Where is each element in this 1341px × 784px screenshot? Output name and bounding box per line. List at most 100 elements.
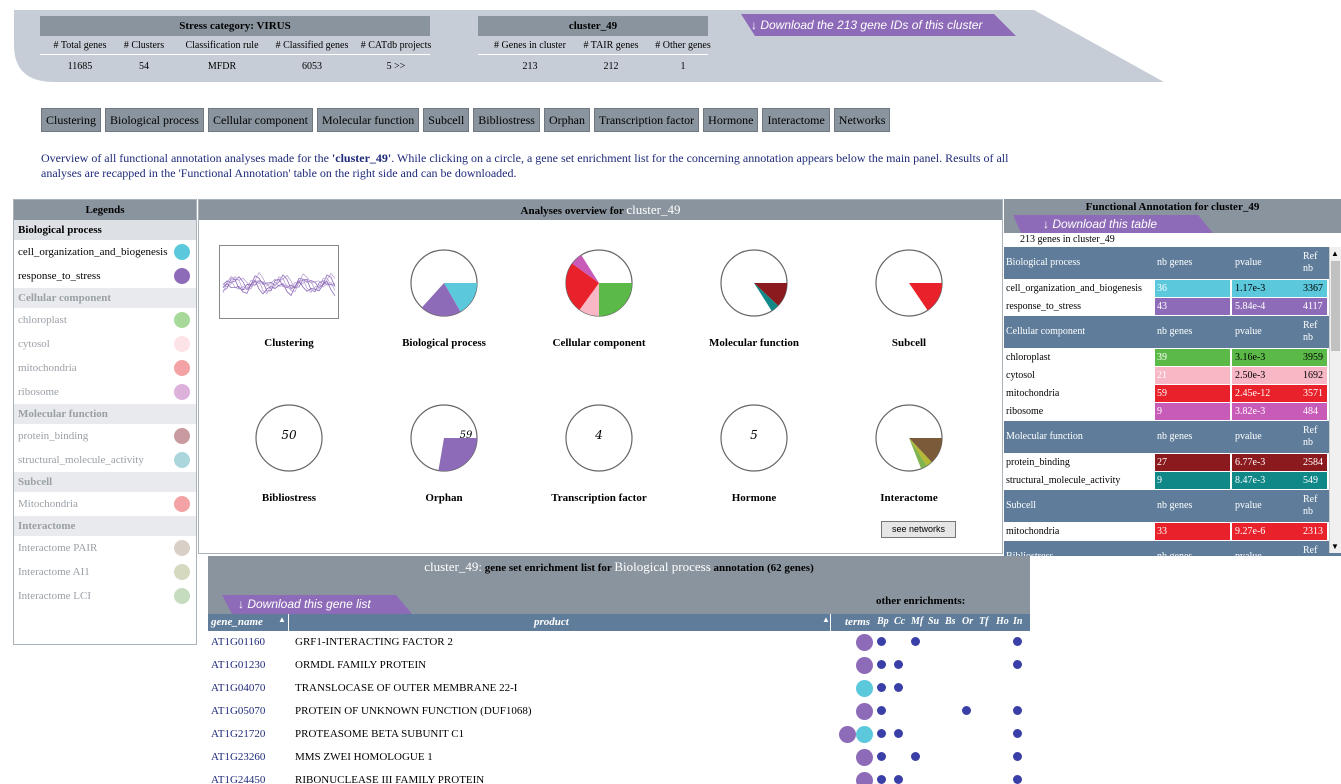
col-gene-name[interactable]: gene_name bbox=[211, 616, 263, 628]
gene-name-link[interactable]: AT1G01160 bbox=[211, 631, 265, 653]
enrichment-dot[interactable] bbox=[1013, 706, 1022, 715]
term-dot[interactable] bbox=[856, 680, 873, 697]
legend-item[interactable]: Interactome LCI bbox=[14, 584, 196, 608]
legend-item[interactable]: Mitochondria bbox=[14, 492, 196, 516]
overview-cell-hormone[interactable]: 5 Hormone bbox=[684, 400, 824, 510]
sort-icon[interactable]: ▲ bbox=[822, 615, 830, 624]
enrichment-dot[interactable] bbox=[911, 752, 920, 761]
fa-row[interactable]: mitochondria 33 9.27e-6 2313 bbox=[1004, 523, 1341, 541]
tab-transcription-factor[interactable]: Transcription factor bbox=[593, 108, 700, 132]
overview-cell-molecular-function[interactable]: Molecular function bbox=[684, 245, 824, 355]
download-table-link[interactable]: ↓ Download this table bbox=[1013, 215, 1213, 233]
term-dot[interactable] bbox=[856, 749, 873, 766]
tab-cellular-component[interactable]: Cellular component bbox=[207, 108, 313, 132]
fa-row[interactable]: response_to_stress 43 5.84e-4 4117 bbox=[1004, 298, 1341, 316]
table-row[interactable]: AT1G01230 ORMDL FAMILY PROTEIN bbox=[208, 654, 1030, 677]
fa-row[interactable]: protein_binding 27 6.77e-3 2584 bbox=[1004, 454, 1341, 472]
tab-molecular-function[interactable]: Molecular function bbox=[316, 108, 420, 132]
enrichment-dot[interactable] bbox=[911, 637, 920, 646]
table-row[interactable]: AT1G23260 MMS ZWEI HOMOLOGUE 1 bbox=[208, 746, 1030, 769]
tab-clustering[interactable]: Clustering bbox=[41, 108, 101, 132]
fa-row[interactable]: mitochondria 59 2.45e-12 3571 bbox=[1004, 385, 1341, 403]
enrichment-dot[interactable] bbox=[877, 752, 886, 761]
tab-subcell[interactable]: Subcell bbox=[423, 108, 470, 132]
overview-cell-transcription-factor[interactable]: 4 Transcription factor bbox=[529, 400, 669, 510]
enrichment-dot[interactable] bbox=[894, 660, 903, 669]
annotation-pie[interactable] bbox=[374, 400, 514, 478]
legend-item[interactable]: Interactome PAIR bbox=[14, 536, 196, 560]
annotation-pie[interactable] bbox=[374, 245, 514, 323]
overview-cell-cellular-component[interactable]: Cellular component bbox=[529, 245, 669, 355]
enrichment-dot[interactable] bbox=[894, 729, 903, 738]
enrichment-dot[interactable] bbox=[877, 729, 886, 738]
header-col-value[interactable]: 5 >> bbox=[354, 61, 438, 72]
fa-row[interactable]: cytosol 21 2.50e-3 1692 bbox=[1004, 367, 1341, 385]
legend-item[interactable]: cytosol bbox=[14, 332, 196, 356]
enrichment-dot[interactable] bbox=[1013, 752, 1022, 761]
fa-row[interactable]: chloroplast 39 3.16e-3 3959 bbox=[1004, 349, 1341, 367]
gene-name-link[interactable]: AT1G21720 bbox=[211, 723, 265, 745]
tab-biological-process[interactable]: Biological process bbox=[105, 108, 204, 132]
term-dot[interactable] bbox=[856, 726, 873, 743]
tab-orphan[interactable]: Orphan bbox=[543, 108, 590, 132]
annotation-pie[interactable] bbox=[839, 400, 979, 478]
annotation-pie[interactable] bbox=[839, 245, 979, 323]
overview-cell-bibliostress[interactable]: 50 Bibliostress bbox=[219, 400, 359, 510]
scroll-thumb[interactable] bbox=[1331, 261, 1340, 351]
legend-item[interactable]: ribosome bbox=[14, 380, 196, 404]
enrichment-dot[interactable] bbox=[877, 660, 886, 669]
gene-name-link[interactable]: AT1G01230 bbox=[211, 654, 265, 676]
enrichment-dot[interactable] bbox=[894, 683, 903, 692]
legend-item[interactable]: structural_molecule_activity bbox=[14, 448, 196, 472]
annotation-pie[interactable] bbox=[529, 245, 669, 323]
download-gene-ids-link[interactable]: ↓ Download the 213 gene IDs of this clus… bbox=[741, 14, 1016, 36]
enrichment-dot[interactable] bbox=[1013, 775, 1022, 784]
table-row[interactable]: AT1G24450 RIBONUCLEASE III FAMILY PROTEIN bbox=[208, 769, 1030, 784]
gene-name-link[interactable]: AT1G04070 bbox=[211, 677, 265, 699]
tab-interactome[interactable]: Interactome bbox=[762, 108, 830, 132]
table-row[interactable]: AT1G01160 GRF1-INTERACTING FACTOR 2 bbox=[208, 631, 1030, 654]
tab-networks[interactable]: Networks bbox=[833, 108, 891, 132]
table-row[interactable]: AT1G04070 TRANSLOCASE OF OUTER MEMBRANE 2… bbox=[208, 677, 1030, 700]
enrichment-dot[interactable] bbox=[1013, 637, 1022, 646]
legend-item[interactable]: mitochondria bbox=[14, 356, 196, 380]
table-row[interactable]: AT1G21720 PROTEASOME BETA SUBUNIT C1 bbox=[208, 723, 1030, 746]
overview-cell-biological-process[interactable]: Biological process bbox=[374, 245, 514, 355]
legend-item[interactable]: response_to_stress bbox=[14, 264, 196, 288]
term-dot[interactable] bbox=[856, 634, 873, 651]
clustering-thumbnail[interactable] bbox=[219, 245, 339, 319]
fa-row[interactable]: ribosome 9 3.82e-3 484 bbox=[1004, 403, 1341, 421]
tab-hormone[interactable]: Hormone bbox=[703, 108, 759, 132]
col-product[interactable]: product bbox=[534, 616, 569, 628]
enrichment-dot[interactable] bbox=[877, 683, 886, 692]
term-dot[interactable] bbox=[856, 703, 873, 720]
gene-name-link[interactable]: AT1G24450 bbox=[211, 769, 265, 784]
table-scrollbar[interactable]: ▲ ▼ bbox=[1329, 247, 1341, 553]
enrichment-dot[interactable] bbox=[877, 706, 886, 715]
tab-bibliostress[interactable]: Bibliostress bbox=[473, 108, 540, 132]
table-row[interactable]: AT1G05070 PROTEIN OF UNKNOWN FUNCTION (DU… bbox=[208, 700, 1030, 723]
term-dot[interactable] bbox=[856, 657, 873, 674]
annotation-pie[interactable] bbox=[684, 245, 824, 323]
enrichment-dot[interactable] bbox=[877, 637, 886, 646]
enrichment-dot[interactable] bbox=[1013, 729, 1022, 738]
enrichment-dot[interactable] bbox=[1013, 660, 1022, 669]
gene-name-link[interactable]: AT1G05070 bbox=[211, 700, 265, 722]
term-dot[interactable] bbox=[856, 772, 873, 784]
download-gene-list-link[interactable]: ↓ Download this gene list bbox=[222, 595, 412, 614]
gene-name-link[interactable]: AT1G23260 bbox=[211, 746, 265, 768]
fa-row[interactable]: structural_molecule_activity 9 8.47e-3 549 bbox=[1004, 472, 1341, 490]
legend-item[interactable]: cell_organization_and_biogenesis bbox=[14, 240, 196, 264]
enrichment-dot[interactable] bbox=[962, 706, 971, 715]
legend-item[interactable]: Interactome AI1 bbox=[14, 560, 196, 584]
legend-item[interactable]: protein_binding bbox=[14, 424, 196, 448]
overview-cell-interactome[interactable]: Interactome bbox=[839, 400, 979, 510]
legend-item[interactable]: chloroplast bbox=[14, 308, 196, 332]
term-dot[interactable] bbox=[839, 726, 856, 743]
enrichment-dot[interactable] bbox=[877, 775, 886, 784]
scroll-up-icon[interactable]: ▲ bbox=[1331, 249, 1339, 258]
fa-row[interactable]: cell_organization_and_biogenesis 36 1.17e-… bbox=[1004, 280, 1341, 298]
overview-cell-orphan[interactable]: 59 Orphan bbox=[374, 400, 514, 510]
enrichment-dot[interactable] bbox=[894, 775, 903, 784]
overview-cell-clustering[interactable]: Clustering bbox=[219, 245, 359, 355]
